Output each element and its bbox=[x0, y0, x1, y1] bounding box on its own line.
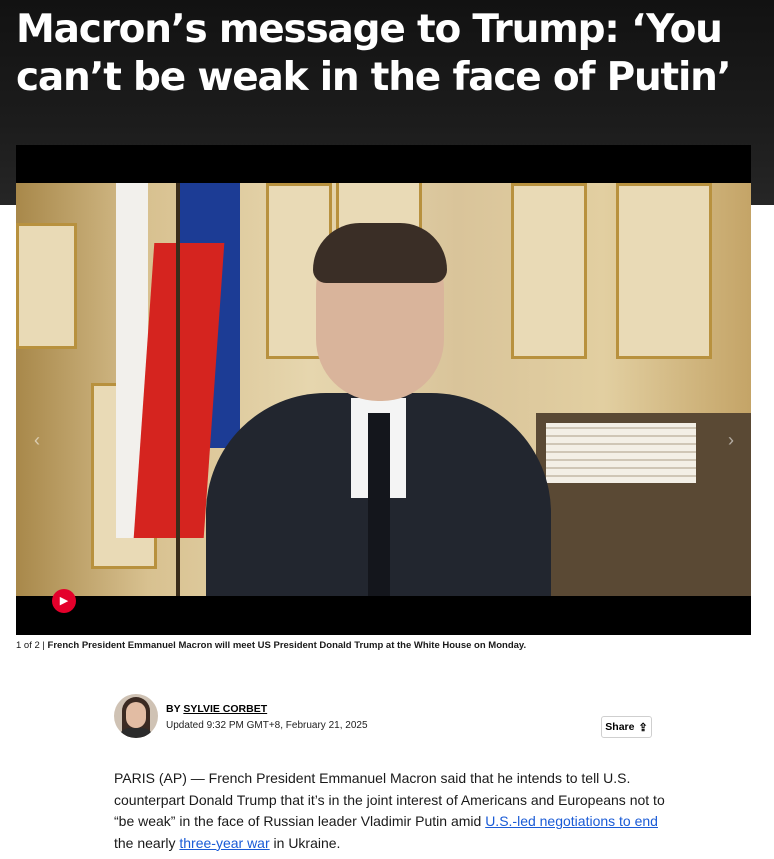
article-body: PARIS (AP) — French President Emmanuel M… bbox=[114, 768, 674, 854]
byline: BY SYLVIE CORBET bbox=[166, 703, 267, 715]
body-text: the nearly bbox=[114, 834, 180, 851]
author-link[interactable]: SYLVIE CORBET bbox=[183, 703, 267, 715]
video-letterbox-top bbox=[16, 145, 751, 183]
caption-counter: 1 of 2 | bbox=[16, 640, 45, 651]
french-flag bbox=[116, 183, 225, 538]
negotiations-link[interactable]: U.S.-led negotiations to end bbox=[485, 813, 658, 829]
video-player[interactable]: ‹ › ▶ bbox=[16, 145, 751, 635]
image-caption: 1 of 2 | French President Emmanuel Macro… bbox=[16, 640, 756, 651]
stack-of-papers bbox=[546, 423, 696, 483]
updated-timestamp: Updated 9:32 PM GMT+8, February 21, 2025 bbox=[166, 720, 368, 731]
speaker bbox=[206, 213, 551, 596]
chevron-right-icon[interactable]: › bbox=[720, 425, 742, 455]
article-headline: Macron’s message to Trump: ‘You can’t be… bbox=[16, 7, 732, 100]
body-text: in Ukraine. bbox=[269, 834, 341, 851]
play-icon: ▶ bbox=[59, 595, 69, 607]
wall-panel bbox=[16, 223, 77, 349]
byline-prefix: BY bbox=[166, 703, 181, 715]
play-button[interactable]: ▶ bbox=[52, 589, 76, 613]
author-avatar[interactable] bbox=[114, 694, 158, 738]
video-frame[interactable]: ‹ › bbox=[16, 183, 751, 596]
flag-pole bbox=[176, 183, 180, 596]
video-controls-bar bbox=[16, 596, 751, 635]
chevron-left-icon[interactable]: ‹ bbox=[26, 425, 48, 455]
share-button[interactable]: Share ⇪ bbox=[601, 716, 652, 738]
caption-text: French President Emmanuel Macron will me… bbox=[47, 640, 527, 651]
share-icon: ⇪ bbox=[638, 721, 648, 734]
share-label: Share bbox=[605, 721, 635, 733]
wall-panel bbox=[616, 183, 712, 359]
war-link[interactable]: three-year war bbox=[179, 835, 269, 851]
